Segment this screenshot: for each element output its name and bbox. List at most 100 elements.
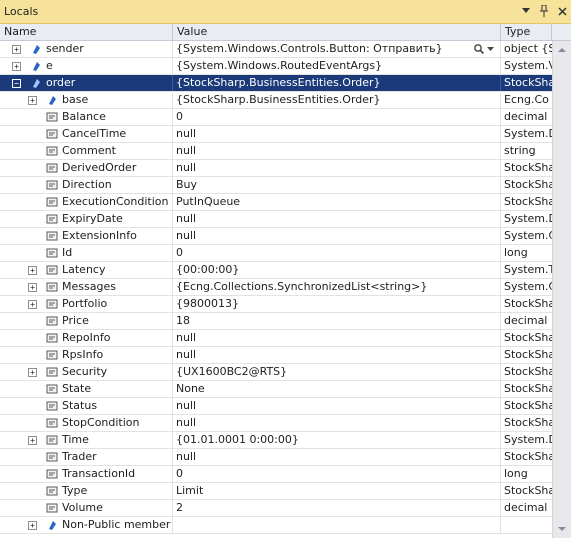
name-cell[interactable]: RpsInfo xyxy=(0,347,173,363)
locals-row[interactable]: + Security {UX1600BC2@RTS} StockSha xyxy=(0,364,552,381)
locals-row[interactable]: + e {System.Windows.RoutedEventArgs} System… xyxy=(0,58,552,75)
type-cell[interactable]: StockSha xyxy=(501,160,552,176)
locals-row[interactable]: Price 18 decimal xyxy=(0,313,552,330)
locals-row[interactable]: Trader null StockSha xyxy=(0,449,552,466)
locals-row[interactable]: RepoInfo null StockSha xyxy=(0,330,552,347)
name-cell[interactable]: + Non-Public member xyxy=(0,517,173,533)
column-header-name[interactable]: Name xyxy=(0,24,173,40)
name-cell[interactable]: ExtensionInfo xyxy=(0,228,173,244)
value-cell[interactable]: null xyxy=(173,398,501,414)
type-cell[interactable]: decimal xyxy=(501,313,552,329)
name-cell[interactable]: Type xyxy=(0,483,173,499)
name-cell[interactable]: Trader xyxy=(0,449,173,465)
value-cell[interactable]: 0 xyxy=(173,245,501,261)
name-cell[interactable]: + base xyxy=(0,92,173,108)
type-cell[interactable]: StockSha xyxy=(501,449,552,465)
name-cell[interactable]: − order xyxy=(0,75,173,91)
column-header-type[interactable]: Type xyxy=(501,24,552,40)
scroll-up-icon[interactable] xyxy=(557,45,567,55)
value-cell[interactable]: null xyxy=(173,330,501,346)
locals-row[interactable]: RpsInfo null StockSha xyxy=(0,347,552,364)
value-cell[interactable]: null xyxy=(173,228,501,244)
name-cell[interactable]: RepoInfo xyxy=(0,330,173,346)
name-cell[interactable]: Status xyxy=(0,398,173,414)
value-cell[interactable]: null xyxy=(173,211,501,227)
value-cell[interactable]: null xyxy=(173,143,501,159)
value-cell[interactable]: null xyxy=(173,415,501,431)
locals-row[interactable]: CancelTime null System.D xyxy=(0,126,552,143)
type-cell[interactable]: Ecng.Co xyxy=(501,92,552,108)
locals-row[interactable]: + base {StockSharp.BusinessEntities.Order}… xyxy=(0,92,552,109)
type-cell[interactable]: decimal xyxy=(501,500,552,516)
locals-row[interactable]: Volume 2 decimal xyxy=(0,500,552,517)
value-cell[interactable]: {01.01.0001 0:00:00} xyxy=(173,432,501,448)
type-cell[interactable]: StockSha xyxy=(501,398,552,414)
locals-row[interactable]: Status null StockSha xyxy=(0,398,552,415)
name-cell[interactable]: + e xyxy=(0,58,173,74)
value-cell[interactable]: Limit xyxy=(173,483,501,499)
type-cell[interactable]: StockSha xyxy=(501,296,552,312)
name-cell[interactable]: Comment xyxy=(0,143,173,159)
type-cell[interactable]: System.D xyxy=(501,432,552,448)
locals-row[interactable]: − order {StockSharp.BusinessEntities.Order… xyxy=(0,75,552,92)
locals-row[interactable]: ExecutionCondition PutInQueue StockSha xyxy=(0,194,552,211)
close-icon[interactable] xyxy=(555,4,569,18)
expand-icon[interactable]: + xyxy=(28,368,37,377)
value-cell[interactable]: 18 xyxy=(173,313,501,329)
name-cell[interactable]: StopCondition xyxy=(0,415,173,431)
locals-row[interactable]: + Messages {Ecng.Collections.SynchronizedL… xyxy=(0,279,552,296)
value-cell[interactable]: {UX1600BC2@RTS} xyxy=(173,364,501,380)
name-cell[interactable]: CancelTime xyxy=(0,126,173,142)
locals-row[interactable]: Comment null string xyxy=(0,143,552,160)
name-cell[interactable]: + Latency xyxy=(0,262,173,278)
value-cell[interactable]: {9800013} xyxy=(173,296,501,312)
name-cell[interactable]: + sender xyxy=(0,41,173,57)
value-cell[interactable]: PutInQueue xyxy=(173,194,501,210)
type-cell[interactable] xyxy=(501,517,552,533)
locals-row[interactable]: ExpiryDate null System.D xyxy=(0,211,552,228)
type-cell[interactable]: StockSha xyxy=(501,364,552,380)
value-cell[interactable]: null xyxy=(173,160,501,176)
type-cell[interactable]: System.C xyxy=(501,279,552,295)
value-cell[interactable]: {StockSharp.BusinessEntities.Order} xyxy=(173,75,501,91)
column-header-value[interactable]: Value xyxy=(173,24,501,40)
name-cell[interactable]: Id xyxy=(0,245,173,261)
name-cell[interactable]: TransactionId xyxy=(0,466,173,482)
value-cell[interactable]: 2 xyxy=(173,500,501,516)
expand-icon[interactable]: + xyxy=(28,266,37,275)
locals-row[interactable]: State None StockSha xyxy=(0,381,552,398)
name-cell[interactable]: DerivedOrder xyxy=(0,160,173,176)
expand-icon[interactable]: + xyxy=(12,62,21,71)
type-cell[interactable]: StockSha xyxy=(501,483,552,499)
expand-icon[interactable]: + xyxy=(28,96,37,105)
name-cell[interactable]: + Time xyxy=(0,432,173,448)
expand-icon[interactable]: + xyxy=(12,45,21,54)
expand-icon[interactable]: + xyxy=(28,521,37,530)
type-cell[interactable]: StockSha xyxy=(501,330,552,346)
type-cell[interactable]: StockSha xyxy=(501,347,552,363)
type-cell[interactable]: System.C xyxy=(501,228,552,244)
locals-row[interactable]: DerivedOrder null StockSha xyxy=(0,160,552,177)
type-cell[interactable]: StockSha xyxy=(501,194,552,210)
name-cell[interactable]: Direction xyxy=(0,177,173,193)
type-cell[interactable]: StockSha xyxy=(501,177,552,193)
type-cell[interactable]: StockSha xyxy=(501,381,552,397)
type-cell[interactable]: object {S xyxy=(501,41,552,57)
value-cell[interactable]: Buy xyxy=(173,177,501,193)
locals-row[interactable]: + Non-Public member xyxy=(0,517,552,534)
type-cell[interactable]: System.V xyxy=(501,58,552,74)
name-cell[interactable]: ExpiryDate xyxy=(0,211,173,227)
value-cell[interactable]: {StockSharp.BusinessEntities.Order} xyxy=(173,92,501,108)
window-position-dropdown-icon[interactable] xyxy=(519,4,533,18)
value-cell[interactable]: null xyxy=(173,449,501,465)
locals-row[interactable]: Balance 0 decimal xyxy=(0,109,552,126)
name-cell[interactable]: + Portfolio xyxy=(0,296,173,312)
value-cell[interactable]: 0 xyxy=(173,466,501,482)
collapse-icon[interactable]: − xyxy=(12,79,21,88)
value-cell[interactable]: 0 xyxy=(173,109,501,125)
type-cell[interactable]: System.D xyxy=(501,211,552,227)
visualizer-magnifier-icon[interactable] xyxy=(473,43,499,55)
type-cell[interactable]: System.D xyxy=(501,126,552,142)
pin-icon[interactable] xyxy=(537,4,551,18)
locals-row[interactable]: + sender {System.Windows.Controls.Button: … xyxy=(0,41,552,58)
